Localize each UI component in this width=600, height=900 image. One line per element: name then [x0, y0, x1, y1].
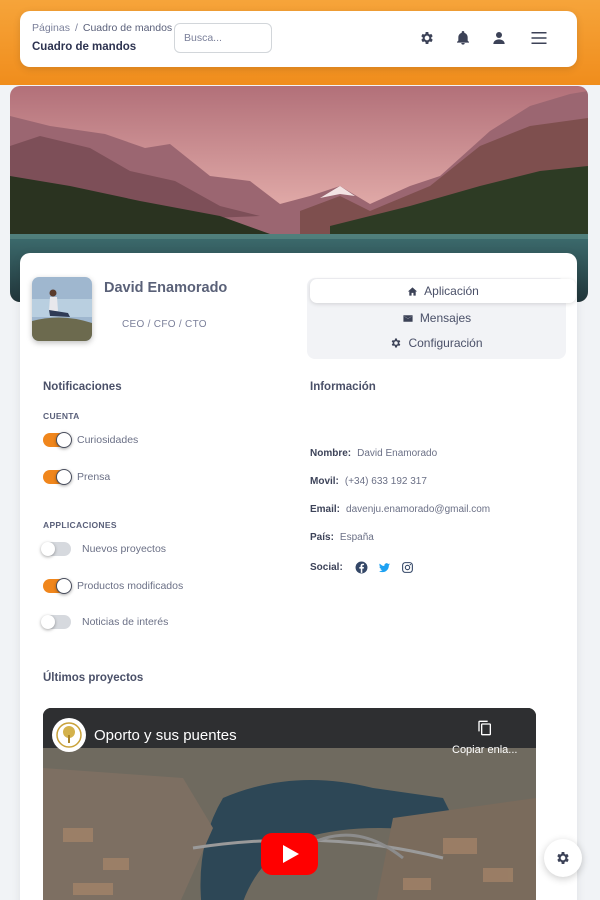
toggle-label: Curiosidades	[77, 434, 139, 446]
home-icon	[408, 286, 418, 296]
projects-title: Últimos proyectos	[43, 672, 144, 684]
project-video-player[interactable]: Oporto y sus puentes Copiar enla...	[43, 708, 536, 900]
info-key: Movil:	[310, 476, 339, 487]
info-row-name: Nombre: David Enamorado	[310, 448, 437, 459]
info-value: España	[339, 532, 374, 543]
info-title: Información	[310, 381, 376, 393]
profile-role: CEO / CFO / CTO	[122, 319, 207, 330]
info-row-phone: Movil: (+34) 633 192 317	[310, 476, 427, 487]
info-key: País:	[310, 532, 334, 543]
toggle-label: Productos modificados	[77, 580, 184, 592]
info-key: Nombre:	[310, 448, 352, 459]
bell-icon[interactable]	[455, 30, 471, 46]
toggle-switch[interactable]	[43, 469, 72, 485]
profile-card: David Enamorado CEO / CFO / CTO Aplicaci…	[20, 253, 577, 900]
video-title[interactable]: Oporto y sus puentes	[94, 727, 237, 744]
channel-tree-icon	[56, 722, 82, 748]
info-value: (+34) 633 192 317	[344, 476, 427, 487]
toggle-prensa[interactable]: Prensa	[43, 469, 110, 485]
account-heading: CUENTA	[43, 411, 80, 421]
top-navbar: Páginas / Cuadro de mandos Cuadro de mando…	[20, 11, 577, 67]
tab-label: Aplicación	[424, 284, 479, 298]
info-value: David Enamorado	[357, 448, 438, 459]
breadcrumb-separator: /	[74, 22, 78, 34]
tab-label: Configuración	[408, 336, 483, 350]
toggle-switch[interactable]	[43, 432, 72, 448]
toggle-label: Nuevos proyectos	[82, 543, 167, 555]
toggle-noticias-interes[interactable]: Noticias de interés	[41, 614, 169, 630]
settings-gear-icon[interactable]	[419, 30, 435, 46]
social-label: Social:	[310, 562, 343, 573]
profile-name: David Enamorado	[104, 280, 228, 296]
menu-icon[interactable]	[530, 29, 548, 47]
info-key: Email:	[310, 504, 341, 515]
apps-heading: APPLICACIONES	[43, 520, 117, 530]
toggle-switch[interactable]	[41, 615, 71, 629]
toggle-productos-modificados[interactable]: Productos modificados	[43, 578, 183, 594]
gear-icon	[557, 852, 569, 864]
facebook-icon[interactable]	[355, 561, 368, 574]
tab-label: Mensajes	[419, 311, 472, 325]
copy-link-label[interactable]: Copiar enla...	[452, 744, 517, 756]
search-input[interactable]	[174, 23, 272, 53]
avatar	[32, 277, 92, 341]
toggle-label: Prensa	[77, 471, 111, 483]
settings-fab-button[interactable]	[544, 839, 582, 877]
info-row-email: Email: davenju.enamorado@gmail.com	[310, 504, 490, 515]
notifications-title: Notificaciones	[43, 381, 122, 393]
social-links: Social:	[310, 561, 424, 574]
toggle-switch[interactable]	[41, 542, 71, 556]
envelope-icon	[403, 314, 413, 322]
info-value: davenju.enamorado@gmail.com	[346, 504, 491, 515]
tab-aplicacion[interactable]: Aplicación	[310, 279, 576, 303]
toggle-label: Noticias de interés	[82, 616, 169, 628]
breadcrumb-root[interactable]: Páginas	[32, 22, 70, 34]
play-button-icon[interactable]	[261, 833, 318, 875]
instagram-icon[interactable]	[401, 561, 414, 574]
toggle-curiosidades[interactable]: Curiosidades	[43, 432, 138, 448]
profile-tabs: Aplicación Mensajes Configuración	[307, 278, 576, 359]
breadcrumb: Páginas / Cuadro de mandos	[32, 22, 172, 34]
breadcrumb-current: Cuadro de mandos	[82, 22, 173, 34]
tab-configuracion[interactable]: Configuración	[307, 331, 566, 355]
tab-mensajes[interactable]: Mensajes	[307, 306, 566, 330]
user-icon[interactable]	[491, 30, 507, 46]
twitter-icon[interactable]	[378, 562, 391, 574]
toggle-switch[interactable]	[43, 578, 72, 594]
info-row-country: País: España	[310, 532, 374, 543]
gear-icon	[392, 338, 401, 348]
page-title: Cuadro de mandos	[32, 41, 137, 53]
toggle-nuevos-proyectos[interactable]: Nuevos proyectos	[41, 541, 167, 557]
copy-link-icon[interactable]	[477, 719, 493, 737]
channel-logo[interactable]	[52, 718, 86, 752]
